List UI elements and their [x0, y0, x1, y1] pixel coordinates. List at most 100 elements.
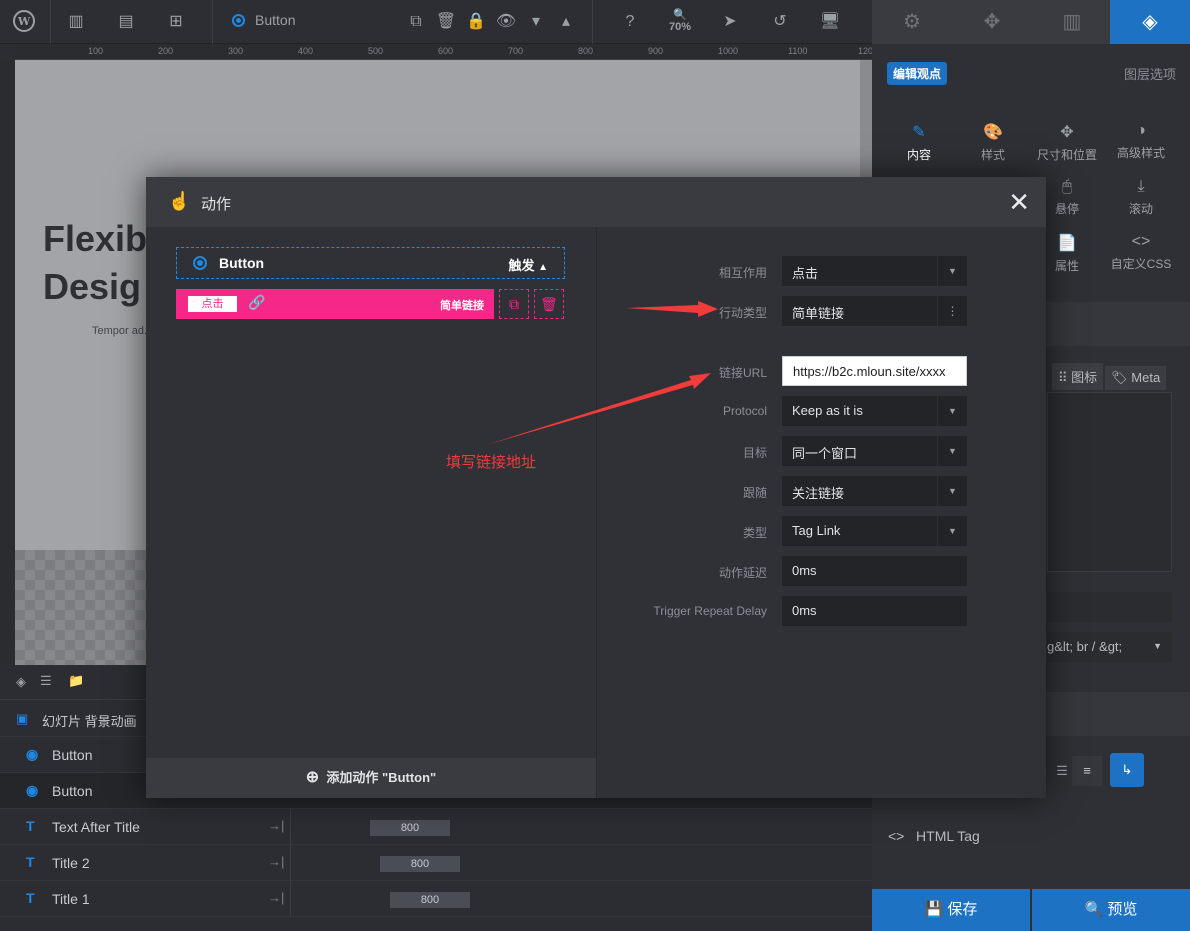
columns-icon[interactable]: ▥ [64, 10, 88, 34]
navigation-icon[interactable]: ✥ [952, 0, 1032, 44]
content-field[interactable] [1047, 592, 1172, 622]
type-select[interactable]: Tag Link ▼ [782, 516, 967, 546]
row-label: Text After Title [52, 819, 140, 835]
list-icon[interactable]: ☰ [40, 673, 52, 689]
desktop-icon[interactable]: 🖥 [818, 10, 842, 34]
image-icon: ▣ [16, 711, 29, 726]
follow-select[interactable]: 关注链接 ▼ [782, 476, 967, 506]
link-url-input[interactable]: https://b2c.mloun.site/xxxx [782, 356, 967, 386]
row-label: Title 2 [52, 855, 90, 871]
icon-tab[interactable]: ⠿ 图标 [1052, 363, 1104, 390]
protocol-select[interactable]: Keep as it is ▼ [782, 396, 967, 426]
top-toolbar: W ▥ ▤ ⊞ Button ⧉ 🗑 🔒 👁 ▾ ▴ ? 🔍 70% ➤ ↺ 🖥 [0, 0, 872, 44]
timeline-bar[interactable]: 800 [370, 820, 450, 836]
action-type-select[interactable]: 简单链接 ⋮ [782, 296, 967, 326]
arrow-right-bar-icon[interactable]: →| [268, 818, 284, 833]
save-button[interactable]: 💾 保存 [872, 889, 1030, 931]
zoom-control[interactable]: 🔍 70% [668, 8, 692, 33]
settings-icon[interactable]: ⚙ [872, 0, 952, 44]
content-textarea[interactable] [1047, 392, 1172, 572]
target-select[interactable]: 同一个窗口 ▼ [782, 436, 967, 466]
ruler-tick: 300 [228, 46, 244, 56]
slide-heading[interactable]: Flexib Desig [43, 215, 163, 311]
timeline-row[interactable]: T Title 1 →| 800 [0, 881, 872, 917]
add-action-button[interactable]: ⊕ 添加动作 "Button" [146, 758, 596, 798]
ruler-tick: 900 [648, 46, 664, 56]
arrow-right-bar-icon[interactable]: →| [268, 890, 284, 905]
button-layer-icon [232, 14, 245, 27]
layer-options-link[interactable]: 图层选项 [1124, 64, 1176, 83]
category-content[interactable]: ✎ 内容 [882, 122, 956, 163]
layers-list-icon[interactable]: ▥ [1032, 0, 1112, 44]
trigger-toggle[interactable]: 触发 ▲ [508, 255, 548, 274]
ruler-tick: 600 [438, 46, 454, 56]
category-advanced-style[interactable]: ◑ 高级样式 [1104, 122, 1178, 161]
layers-icon[interactable]: ◈ [1110, 0, 1190, 44]
caret-down-icon: ▼ [937, 436, 967, 466]
wordpress-icon[interactable]: W [12, 10, 36, 34]
code-icon: <> [888, 828, 905, 844]
more-vertical-icon[interactable]: ⋮ [937, 296, 967, 326]
chevron-up-icon[interactable]: ▴ [554, 10, 578, 34]
lock-icon[interactable]: 🔒 [464, 10, 488, 34]
category-scroll[interactable]: ⤓ 滚动 [1104, 178, 1178, 217]
slide-subtext[interactable]: Tempor ad... [92, 325, 153, 337]
sidebar-tabs: ⚙ ✥ ▥ ◈ [872, 0, 1190, 44]
ruler-tick: 400 [298, 46, 314, 56]
help-icon[interactable]: ? [618, 10, 642, 34]
arrow-right-bar-icon[interactable]: →| [268, 854, 284, 869]
cursor-icon[interactable]: ➤ [718, 10, 742, 34]
trigger-repeat-delay-input[interactable]: 0ms [782, 596, 967, 626]
ruler-tick: 500 [368, 46, 384, 56]
preview-button[interactable]: 🔍 预览 [1032, 889, 1190, 931]
link-icon: 🔗 [248, 294, 266, 310]
add-layer-icon[interactable]: ⊞ [164, 10, 188, 34]
field-target: 目标 同一个窗口 ▼ [597, 436, 1047, 466]
align-right-icon[interactable]: ≡ [1072, 756, 1102, 786]
edit-view-badge[interactable]: 编辑观点 [887, 62, 948, 85]
palette-icon: 🎨 [983, 124, 1003, 141]
zoom-icon: 🔍 [673, 9, 687, 21]
field-label: Trigger Repeat Delay [653, 604, 767, 618]
folder-icon[interactable]: 📁 [68, 673, 84, 689]
caret-down-icon: ▼ [937, 516, 967, 546]
delete-icon[interactable]: 🗑 [434, 10, 458, 34]
timeline-row[interactable]: T Text After Title →| 800 [0, 809, 872, 845]
caret-down-icon: ▼ [937, 476, 967, 506]
field-link-url: 链接URL https://b2c.mloun.site/xxxx [597, 356, 1047, 386]
actions-modal: ☝ 动作 ✕ Button 触发 ▲ 点击 🔗 简单链接 ⧉ 🗑 ⊕ 添加动作 … [146, 177, 1046, 798]
scroll-icon: ⤓ [1137, 178, 1145, 195]
timeline-bar[interactable]: 800 [380, 856, 460, 872]
ruler-tick: 200 [158, 46, 174, 56]
html-tag-section[interactable]: <> HTML Tag [888, 828, 980, 844]
line-break-toggle-icon[interactable]: ↳ [1110, 753, 1144, 787]
category-style[interactable]: 🎨 样式 [956, 122, 1030, 163]
caret-up-icon: ▲ [538, 262, 548, 273]
timeline-row[interactable]: T Title 2 →| 800 [0, 845, 872, 881]
caret-down-icon: ▼ [1153, 641, 1162, 651]
row-label: Button [52, 747, 93, 763]
chevron-down-icon[interactable]: ▾ [524, 10, 548, 34]
meta-tab[interactable]: 🏷 Meta [1105, 366, 1167, 390]
button-layer-icon: ◉ [26, 746, 39, 762]
category-size-position[interactable]: ✥ 尺寸和位置 [1030, 122, 1104, 163]
layers-icon[interactable]: ◈ [16, 674, 26, 690]
trigger-header[interactable]: Button 触发 ▲ [176, 247, 565, 279]
delete-action-button[interactable]: 🗑 [534, 289, 564, 319]
line-break-select[interactable]: g&lt; br / &gt; ▼ [1047, 632, 1172, 662]
action-delay-input[interactable]: 0ms [782, 556, 967, 586]
library-icon[interactable]: ▤ [114, 10, 138, 34]
action-item[interactable]: 点击 🔗 简单链接 [176, 289, 494, 319]
timeline-bar[interactable]: 800 [390, 892, 470, 908]
duplicate-action-button[interactable]: ⧉ [499, 289, 529, 319]
sidebar-actions: 💾 保存 🔍 预览 [872, 889, 1190, 931]
action-type-label: 简单链接 [440, 300, 484, 312]
category-custom-css[interactable]: <> 自定义CSS [1104, 233, 1178, 272]
duplicate-icon[interactable]: ⧉ [404, 10, 428, 34]
undo-icon[interactable]: ↺ [768, 10, 792, 34]
interaction-select[interactable]: 点击 ▼ [782, 256, 967, 286]
content-type-tabs: ⠿ 图标 🏷 Meta [1052, 363, 1168, 390]
close-icon[interactable]: ✕ [1008, 187, 1030, 217]
modal-title: 动作 [201, 196, 232, 213]
visibility-icon[interactable]: 👁 [494, 10, 518, 34]
